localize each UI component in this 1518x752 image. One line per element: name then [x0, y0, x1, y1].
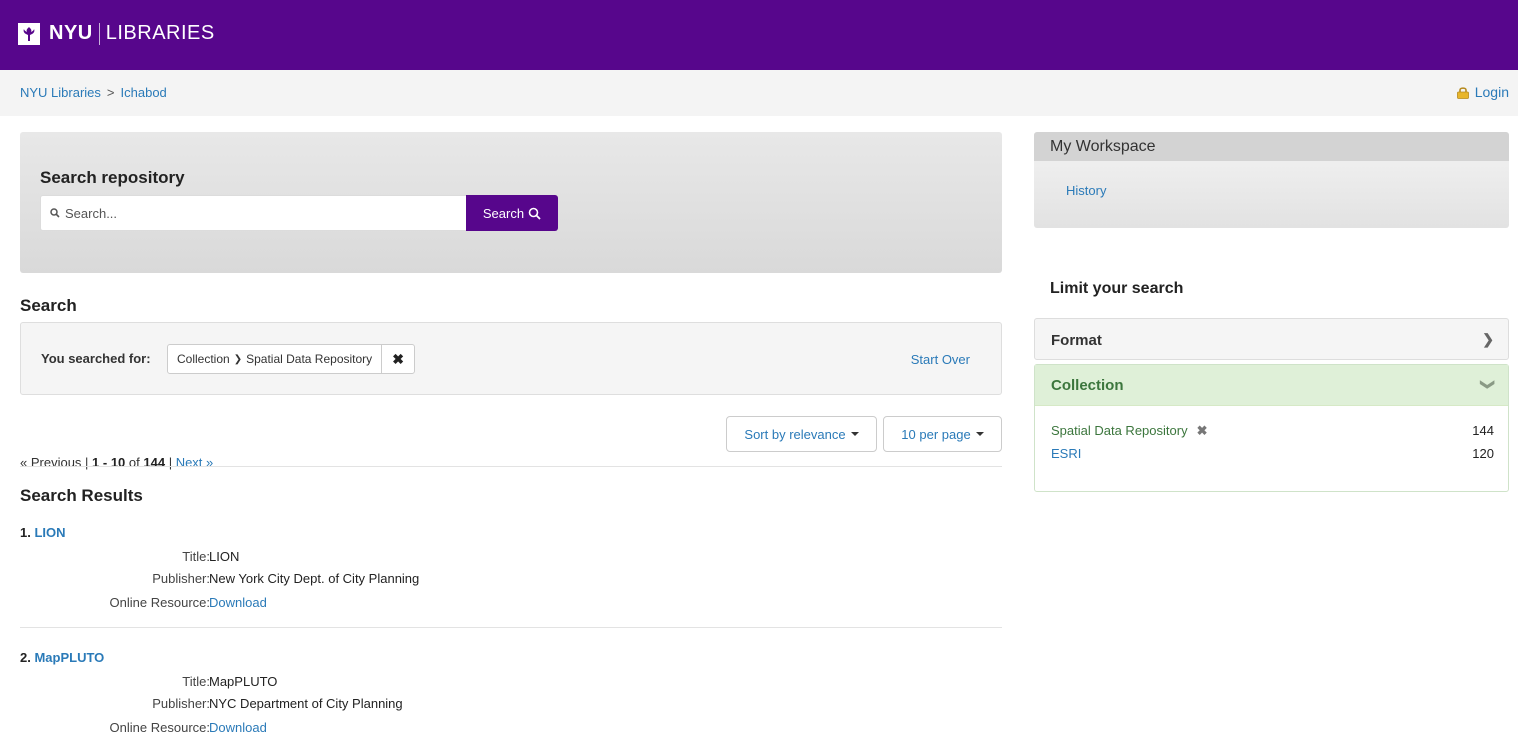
logo-nyu-text: NYU [49, 22, 93, 44]
field-value: LION [209, 549, 240, 564]
nyu-libraries-logo[interactable]: NYU LIBRARIES [18, 22, 215, 45]
per-page-dropdown-label: 10 per page [901, 426, 971, 442]
result-divider [20, 627, 1002, 628]
sort-dropdown[interactable]: Sort by relevance [726, 416, 877, 452]
start-over-link[interactable]: Start Over [911, 352, 970, 367]
history-link[interactable]: History [1066, 183, 1106, 198]
divider [20, 466, 1002, 467]
chevron-down-icon: ❯ [1480, 378, 1497, 391]
facet-value-label: Spatial Data Repository ✖ [1051, 423, 1207, 439]
breadcrumb-home-link[interactable]: NYU Libraries [20, 85, 101, 100]
field-value: New York City Dept. of City Planning [209, 571, 420, 586]
download-link[interactable]: Download [209, 720, 267, 735]
result-title: 1. LION [20, 525, 1002, 540]
constraint-filter[interactable]: Collection ❯ Spatial Data Repository [168, 345, 383, 373]
caret-down-icon [975, 432, 984, 436]
per-page-dropdown[interactable]: 10 per page [883, 416, 1002, 452]
my-workspace-panel: My Workspace History [1034, 132, 1509, 228]
facet-value-count: 144 [1472, 423, 1494, 438]
field-label: Publisher: [152, 696, 210, 711]
constraint-field: Collection [177, 352, 230, 366]
field-value: MapPLUTO [209, 674, 278, 689]
result-item: 1. LION Title: LION Publisher: New York … [20, 525, 1002, 628]
next-page-link[interactable]: Next » [176, 455, 214, 470]
result-title: 2. MapPLUTO [20, 650, 1002, 665]
site-header: NYU LIBRARIES [0, 0, 1518, 70]
page-of-label: of [128, 455, 140, 470]
search-results-heading: Search Results [20, 486, 143, 505]
result-number: 2. [20, 650, 31, 665]
facet-value-link[interactable]: ESRI [1051, 446, 1081, 461]
you-searched-for-label: You searched for: [41, 351, 151, 366]
search-constraints: You searched for: Collection ❯ Spatial D… [20, 322, 1002, 395]
remove-constraint-button[interactable]: ✖ [382, 345, 414, 373]
download-link[interactable]: Download [209, 595, 267, 610]
field-label: Publisher: [152, 571, 210, 586]
facet-collection-label: Collection [1051, 377, 1124, 394]
result-title-link[interactable]: LION [34, 525, 65, 540]
search-repository-heading: Search repository [40, 168, 185, 187]
field-label: Online Resource: [109, 720, 210, 735]
result-number: 1. [20, 525, 31, 540]
facet-value-count: 120 [1472, 446, 1494, 461]
field-label: Online Resource: [109, 595, 210, 610]
search-button[interactable]: Search [466, 195, 558, 231]
breadcrumb-separator: > [106, 85, 115, 100]
search-button-label: Search [482, 205, 525, 221]
chevron-right-icon: ❯ [233, 353, 243, 365]
login-label: Login [1474, 84, 1509, 100]
lock-icon [1456, 86, 1470, 99]
breadcrumb-current-link[interactable]: Ichabod [121, 85, 167, 100]
field-label: Title: [182, 549, 210, 564]
search-repository-panel: Search repository Search... Search [20, 132, 1002, 273]
breadcrumb-bar: NYU Libraries > Ichabod Login [0, 70, 1518, 116]
facet-format-label: Format [1051, 332, 1102, 349]
chevron-right-icon: ❯ [1482, 331, 1494, 347]
remove-facet-icon[interactable]: ✖ [1197, 423, 1208, 438]
login-link[interactable]: Login [1456, 84, 1509, 100]
logo-libraries-text: LIBRARIES [105, 22, 215, 44]
search-icon [50, 206, 60, 221]
caret-down-icon [850, 432, 859, 436]
torch-icon [18, 22, 40, 45]
pagination: « Previous | 1 - 10 of 144 | Next » [20, 455, 214, 470]
field-value: NYC Department of City Planning [209, 696, 403, 711]
sort-dropdown-label: Sort by relevance [744, 426, 846, 442]
close-icon: ✖ [392, 350, 405, 367]
search-placeholder: Search... [65, 205, 118, 221]
field-label: Title: [182, 674, 210, 689]
constraint-value: Spatial Data Repository [246, 352, 373, 366]
breadcrumb: NYU Libraries > Ichabod [20, 85, 167, 100]
constraint-pill: Collection ❯ Spatial Data Repository ✖ [167, 344, 416, 374]
search-input[interactable]: Search... [40, 195, 467, 231]
facet-format[interactable]: Format ❯ [1034, 318, 1509, 360]
result-title-link[interactable]: MapPLUTO [34, 650, 104, 665]
total-results: 144 [143, 455, 166, 470]
my-workspace-heading: My Workspace [1034, 132, 1509, 161]
previous-page-label: « Previous [20, 455, 82, 470]
facet-value-text: Spatial Data Repository [1051, 423, 1188, 438]
search-heading: Search [20, 296, 77, 315]
result-item: 2. MapPLUTO Title: MapPLUTO Publisher: N… [20, 650, 1002, 750]
facet-collection-header[interactable]: Collection ❯ [1035, 365, 1508, 406]
page-range: 1 - 10 [92, 455, 126, 470]
logo-divider [98, 22, 100, 45]
search-icon [528, 207, 541, 220]
limit-search-heading: Limit your search [1050, 280, 1184, 297]
facet-collection: Collection ❯ Spatial Data Repository ✖ 14… [1034, 364, 1509, 492]
